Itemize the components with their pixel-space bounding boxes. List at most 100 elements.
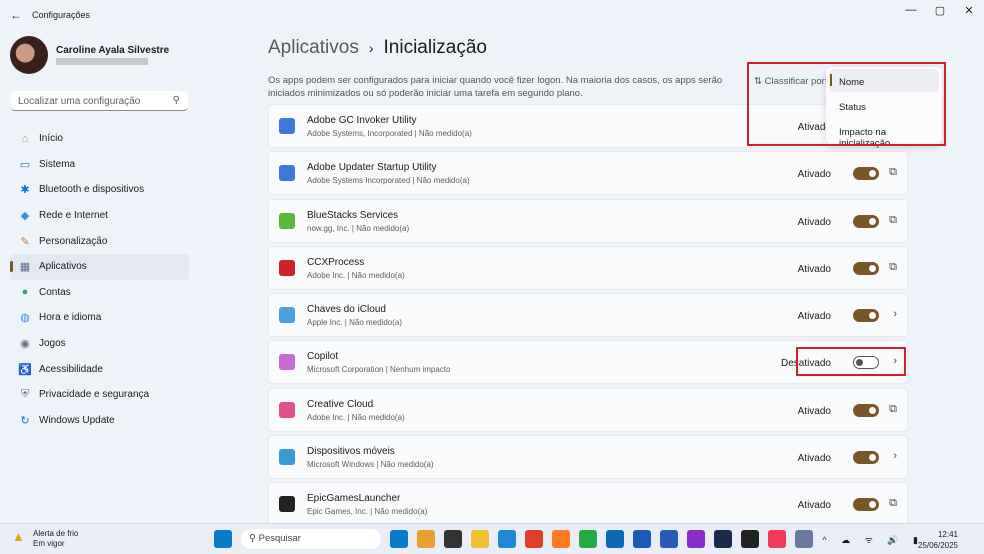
- clock[interactable]: 12:41 25/06/2025: [918, 529, 958, 551]
- breadcrumb: Aplicativos › Inicialização: [268, 37, 487, 59]
- app-publisher-impact: Adobe Systems, Incorporated | Não medido…: [307, 129, 472, 138]
- open-external-icon[interactable]: ⧉: [889, 214, 897, 227]
- sidebar-item-personaliza-o[interactable]: ✎ Personalização: [10, 228, 189, 254]
- taskbar-app-icon[interactable]: [579, 530, 597, 548]
- app-publisher-impact: Microsoft Windows | Não medido(a): [307, 460, 434, 470]
- app-name: Dispositivos móveis: [307, 446, 395, 458]
- taskbar-app-icon[interactable]: [714, 530, 732, 548]
- highlight-box-sort: [747, 62, 946, 146]
- taskbar-app-icon[interactable]: [768, 530, 786, 548]
- taskbar-app-icon[interactable]: [633, 530, 651, 548]
- sidebar-item-rede-e-internet[interactable]: ◆ Rede e Internet: [10, 203, 189, 229]
- taskbar-app-icon[interactable]: [606, 530, 624, 548]
- taskbar-app-icon[interactable]: [525, 530, 543, 548]
- chevron-right-icon: ›: [368, 40, 374, 56]
- open-external-icon[interactable]: ⧉: [889, 497, 897, 510]
- time: 12:41: [937, 530, 958, 539]
- nav-icon: ✎: [20, 235, 30, 248]
- sidebar-item-label: Personalização: [39, 235, 108, 247]
- app-state: Ativado: [797, 263, 831, 275]
- weather-title: Alerta de frio: [33, 529, 79, 538]
- taskbar-app-icon[interactable]: [471, 530, 489, 548]
- nav-icon: ◉: [20, 338, 30, 351]
- nav-icon: ♿: [18, 363, 32, 376]
- startup-app-row: BlueStacks Services now.gg, Inc. | Não m…: [268, 198, 908, 243]
- maximize-button[interactable]: ▢: [925, 4, 955, 17]
- taskbar-app-icon[interactable]: [741, 530, 759, 548]
- app-name: Copilot: [307, 351, 339, 363]
- nav-icon: ↻: [20, 414, 30, 427]
- app-icon: [279, 212, 295, 229]
- sidebar-item-label: Aplicativos: [39, 261, 87, 273]
- app-icon: [279, 354, 295, 371]
- system-tray[interactable]: ^ ☁ ᯤ 🔊 ▮: [822, 533, 924, 546]
- user-name: Caroline Ayala Silvestre: [56, 45, 170, 56]
- app-icon: [279, 307, 295, 324]
- nav-icon: ✱: [20, 184, 30, 197]
- app-state: Ativado: [797, 453, 831, 465]
- startup-toggle[interactable]: [853, 309, 879, 323]
- sidebar-item-label: Rede e Internet: [39, 210, 108, 222]
- minimize-button[interactable]: —: [896, 4, 926, 16]
- app-name: Creative Cloud: [307, 398, 374, 410]
- startup-app-row: Dispositivos móveis Microsoft Windows | …: [268, 435, 908, 480]
- sidebar-nav: ⌂ Início ▭ Sistema ✱ Bluetooth e dispositivos…: [10, 126, 189, 433]
- open-external-icon[interactable]: ⧉: [889, 166, 897, 179]
- sidebar-item-windows-update[interactable]: ↻ Windows Update: [10, 408, 189, 434]
- title-bar: ← Configurações — ▢ ✕: [0, 0, 984, 30]
- app-state: Ativado: [797, 169, 831, 181]
- taskbar-search[interactable]: ⚲ Pesquisar: [241, 529, 381, 549]
- window-title: Configurações: [32, 10, 91, 20]
- search-placeholder: Localizar uma configuração: [18, 96, 141, 107]
- sidebar-item-label: Hora e idioma: [39, 312, 102, 324]
- taskbar-app-icon[interactable]: [498, 530, 516, 548]
- taskbar-app-icon[interactable]: [795, 530, 813, 548]
- search-icon: ⚲: [172, 95, 180, 106]
- app-icon: [279, 118, 295, 134]
- sidebar-item-in-cio[interactable]: ⌂ Início: [10, 126, 189, 152]
- breadcrumb-parent[interactable]: Aplicativos: [268, 37, 359, 58]
- startup-toggle[interactable]: [853, 167, 879, 181]
- taskbar-app-icon[interactable]: [687, 530, 705, 548]
- chevron-right-icon[interactable]: ›: [893, 308, 897, 320]
- warning-icon: ▲: [12, 529, 25, 544]
- sidebar-item-aplicativos[interactable]: ▦ Aplicativos: [10, 253, 189, 280]
- chevron-right-icon[interactable]: ›: [893, 450, 897, 462]
- open-external-icon[interactable]: ⧉: [889, 261, 897, 274]
- startup-toggle[interactable]: [853, 261, 879, 275]
- taskbar-app-icon[interactable]: [390, 530, 408, 548]
- sidebar-item-hora-e-idioma[interactable]: ◍ Hora e idioma: [10, 305, 189, 331]
- back-button[interactable]: ←: [10, 8, 22, 22]
- app-publisher-impact: Adobe Inc. | Não medido(a): [307, 412, 405, 422]
- sidebar-item-acessibilidade[interactable]: ♿ Acessibilidade: [10, 356, 189, 382]
- sidebar-item-sistema[interactable]: ▭ Sistema: [10, 152, 189, 178]
- app-name: EpicGamesLauncher: [307, 493, 401, 505]
- startup-toggle[interactable]: [853, 403, 879, 417]
- close-button[interactable]: ✕: [954, 4, 984, 17]
- taskbar-search-label: Pesquisar: [258, 533, 301, 544]
- startup-app-row: Creative Cloud Adobe Inc. | Não medido(a…: [268, 387, 908, 432]
- sidebar-item-jogos[interactable]: ◉ Jogos: [10, 331, 189, 357]
- app-icon: [279, 165, 295, 182]
- sidebar-item-label: Sistema: [39, 158, 76, 170]
- taskbar-app-icon[interactable]: [660, 530, 678, 548]
- startup-toggle[interactable]: [853, 451, 879, 465]
- app-state: Ativado: [797, 405, 831, 417]
- page-title: Inicialização: [383, 37, 488, 58]
- open-external-icon[interactable]: ⧉: [889, 403, 897, 416]
- startup-app-list: Adobe GC Invoker Utility Adobe Systems, …: [268, 104, 908, 530]
- startup-toggle[interactable]: [853, 498, 879, 512]
- start-button[interactable]: [214, 530, 232, 548]
- taskbar-app-icon[interactable]: [552, 530, 570, 548]
- search-input[interactable]: Localizar uma configuração ⚲: [11, 91, 188, 111]
- sidebar-item-contas[interactable]: ● Contas: [10, 280, 189, 306]
- startup-app-row: Chaves do iCloud Apple Inc. | Não medido…: [268, 293, 908, 338]
- sidebar-item-privacidade-e-seguran-a[interactable]: ⛨ Privacidade e segurança: [10, 382, 189, 408]
- app-icon: [279, 259, 295, 276]
- email-redacted: [56, 58, 148, 65]
- startup-toggle[interactable]: [853, 214, 879, 228]
- avatar: [10, 36, 48, 74]
- taskbar-app-icon[interactable]: [444, 530, 462, 548]
- sidebar-item-bluetooth-e-dispositivos[interactable]: ✱ Bluetooth e dispositivos: [10, 177, 189, 203]
- taskbar-app-icon[interactable]: [417, 530, 435, 548]
